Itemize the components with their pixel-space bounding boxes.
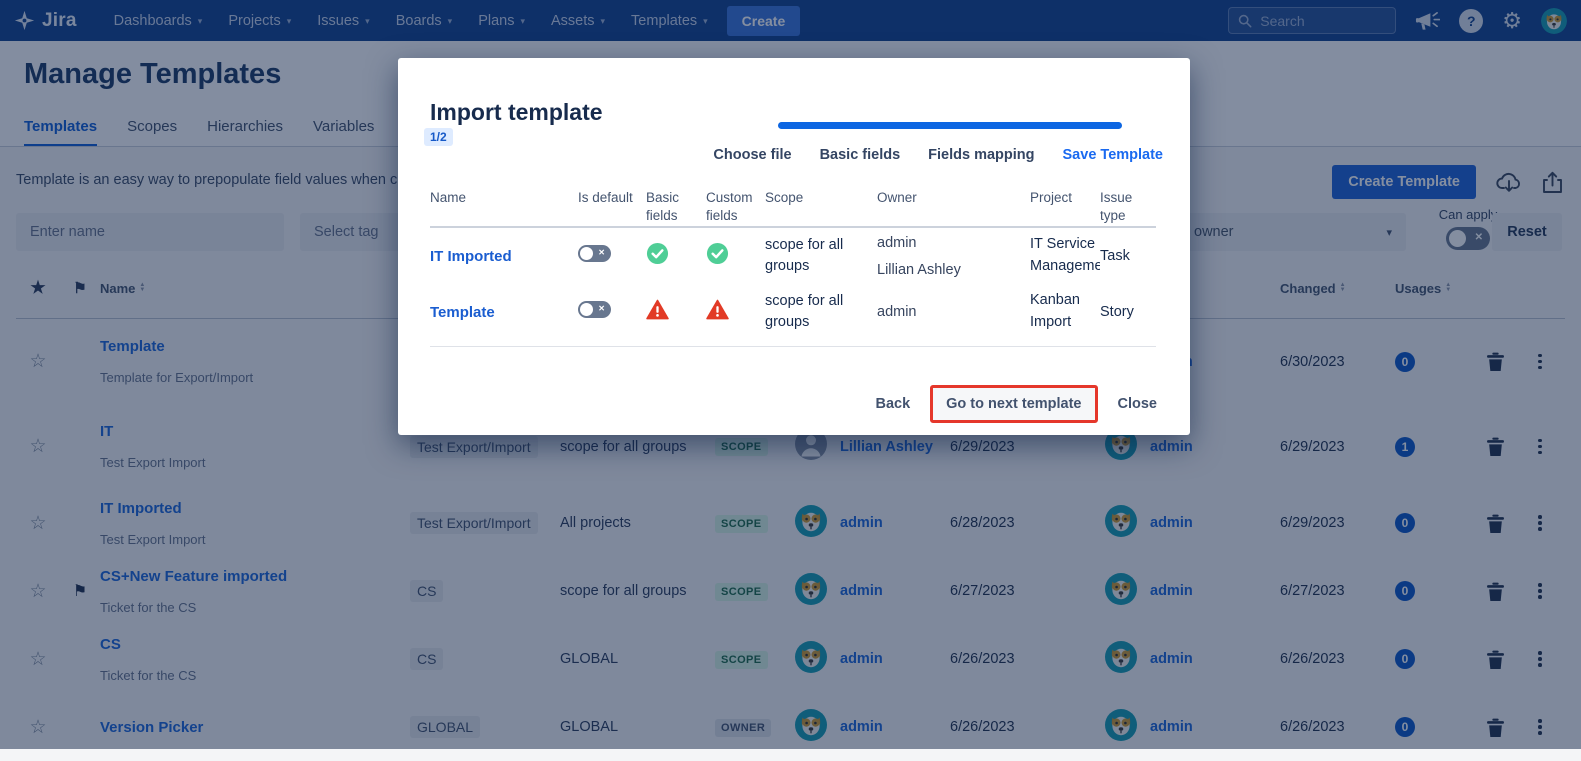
wizard-step-save-template[interactable]: Save Template xyxy=(1063,147,1163,163)
import-template-modal: Import template 1/2 Choose file Basic fie… xyxy=(398,58,1190,435)
modal-row-project: Kanban Import xyxy=(1030,290,1100,334)
close-button[interactable]: Close xyxy=(1118,396,1158,412)
modal-row-issue-type: Story xyxy=(1100,304,1158,320)
modal-table-row: IT Imported✕ scope for all groups admin Lil… xyxy=(430,228,1158,284)
basic-fields-error-icon xyxy=(646,299,706,325)
custom-fields-error-icon xyxy=(706,299,765,325)
modal-table-body: IT Imported✕scope for all groupsadminLil… xyxy=(430,228,1158,340)
wizard-step-basic-fields[interactable]: Basic fields xyxy=(820,147,901,163)
modal-column-header: Is default xyxy=(578,189,646,207)
owner-name: admin xyxy=(877,235,1030,251)
modal-row-project: IT Service Manageme xyxy=(1030,234,1100,278)
modal-column-header: Owner xyxy=(877,189,1030,207)
modal-row-scope: scope for all groups xyxy=(765,235,869,277)
owner-name: Lillian Ashley xyxy=(877,262,1030,278)
owner-name: admin xyxy=(877,304,1030,320)
error-warning-icon xyxy=(706,299,729,320)
wizard-step-fields-mapping[interactable]: Fields mapping xyxy=(928,147,1034,163)
modal-row-scope: scope for all groups xyxy=(765,291,869,333)
wizard-progress-bar xyxy=(778,122,1122,129)
modal-column-header: Custom fields xyxy=(706,189,765,225)
is-default-cell: ✕ xyxy=(578,301,646,323)
modal-table-header: NameIs defaultBasic fieldsCustom fieldsS… xyxy=(430,189,1158,225)
success-check-icon xyxy=(706,242,729,265)
modal-column-header: Project xyxy=(1030,189,1100,207)
go-to-next-template-button[interactable]: Go to next template xyxy=(930,385,1097,423)
error-warning-icon xyxy=(646,299,669,320)
modal-row-name-link[interactable]: Template xyxy=(430,304,578,321)
modal-column-header: Name xyxy=(430,189,578,207)
is-default-toggle[interactable]: ✕ xyxy=(578,245,611,262)
modal-column-header: Basic fields xyxy=(646,189,706,225)
modal-row-owner: admin Lillian Ashley xyxy=(877,235,1030,278)
modal-title: Import template xyxy=(430,99,603,126)
modal-table-bottom-divider xyxy=(430,346,1156,347)
modal-column-header: Scope xyxy=(765,189,877,207)
modal-row-name-link[interactable]: IT Imported xyxy=(430,248,578,265)
modal-row-owner: admin xyxy=(877,304,1030,320)
modal-footer: Back Go to next template Close xyxy=(875,385,1157,423)
basic-fields-success-icon xyxy=(646,242,706,270)
custom-fields-success-icon xyxy=(706,242,765,270)
wizard-steps: Choose file Basic fields Fields mapping Sav… xyxy=(713,147,1163,163)
back-button[interactable]: Back xyxy=(875,396,910,412)
modal-table-row: Template✕ scope for all groups adminKanban… xyxy=(430,284,1158,340)
modal-page-counter: 1/2 xyxy=(424,128,453,146)
success-check-icon xyxy=(646,242,669,265)
is-default-toggle[interactable]: ✕ xyxy=(578,301,611,318)
is-default-cell: ✕ xyxy=(578,245,646,267)
modal-column-header: Issue type xyxy=(1100,189,1158,225)
wizard-step-choose-file[interactable]: Choose file xyxy=(713,147,791,163)
modal-row-issue-type: Task xyxy=(1100,248,1158,264)
